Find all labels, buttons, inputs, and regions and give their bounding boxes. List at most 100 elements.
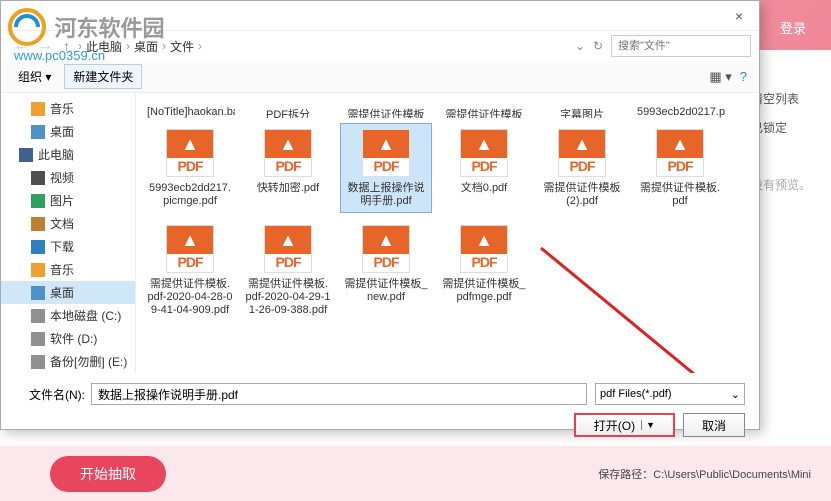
file-open-dialog: × ← → ↑ › 此电脑 › 桌面 › 文件 › ⌄ ↻ 组织 ▾ 新建文件夹… — [0, 0, 760, 430]
file-item[interactable]: ▲PDF 需提供证件模板.pdf-2020-04-29-11-26-09-388.… — [242, 219, 334, 322]
tree-item[interactable]: 音乐 — [1, 97, 135, 120]
file-item[interactable]: 5993ecb2d0217.pdf — [634, 101, 726, 119]
file-item[interactable]: 字幕图片 — [536, 101, 628, 119]
pdf-file-icon: ▲PDF — [356, 128, 416, 178]
nav-forward-icon[interactable]: → — [37, 37, 53, 55]
folder-icon — [31, 125, 45, 139]
pdf-file-icon: ▲PDF — [356, 224, 416, 274]
file-name-label: 需提供证件模板_pdfmge.pdf — [441, 278, 527, 304]
tree-item[interactable]: 此电脑 — [1, 143, 135, 166]
dialog-toolbar: 组织 ▾ 新建文件夹 ▦ ▾ ? — [1, 61, 759, 93]
file-name-label: 文档0.pdf — [441, 182, 527, 195]
folder-icon — [31, 332, 45, 346]
tree-label: 图片 — [50, 192, 74, 209]
view-mode-icon[interactable]: ▦ ▾ — [709, 69, 731, 85]
organize-button[interactable]: 组织 ▾ — [9, 64, 60, 89]
tree-item[interactable]: 桌面 — [1, 120, 135, 143]
file-item[interactable]: ▲PDF 需提供证件模板.pdf — [634, 123, 726, 213]
start-extract-button[interactable]: 开始抽取 — [50, 456, 166, 492]
tree-label: 本地磁盘 (C:) — [50, 307, 121, 324]
tree-label: 桌面 — [50, 284, 74, 301]
pdf-file-icon: ▲PDF — [258, 224, 318, 274]
tree-label: 此电脑 — [38, 146, 74, 163]
login-link[interactable]: 登录 — [780, 18, 806, 37]
pdf-file-icon: ▲PDF — [258, 128, 318, 178]
tree-label: 备份[勿删] (E:) — [50, 353, 127, 370]
file-name-label: 需提供证件模板.pdf — [637, 182, 723, 208]
folder-icon — [31, 171, 45, 185]
tree-label: 音乐 — [50, 261, 74, 278]
folder-icon — [31, 263, 45, 277]
tree-item[interactable]: 备份[勿删] (E:) — [1, 350, 135, 373]
file-item[interactable]: ▲PDF 数据上报操作说明手册.pdf — [340, 123, 432, 213]
tree-item[interactable]: 软件 (D:) — [1, 327, 135, 350]
folder-icon — [31, 217, 45, 231]
file-list: [NoTitle]haokan.baidu.com_v_vid=8789341 P… — [136, 93, 759, 373]
file-item[interactable]: PDF拆分 — [242, 101, 334, 119]
open-button[interactable]: 打开(O)▼ — [574, 413, 675, 437]
file-item[interactable]: ▲PDF 需提供证件模板.pdf-2020-04-28-09-41-04-909.… — [144, 219, 236, 322]
folder-icon — [31, 240, 45, 254]
tree-item[interactable]: 本地磁盘 (C:) — [1, 304, 135, 327]
file-item[interactable]: 需提供证件模板(1) — [340, 101, 432, 119]
folder-icon — [31, 286, 45, 300]
open-dropdown-icon[interactable]: ▼ — [641, 420, 655, 430]
folder-icon — [31, 355, 45, 369]
tree-item[interactable]: 文档 — [1, 212, 135, 235]
pdf-file-icon: ▲PDF — [160, 224, 220, 274]
dialog-titlebar: × — [1, 1, 759, 31]
folder-icon — [31, 102, 45, 116]
file-name-label: 5993ecb2dd217.picmge.pdf — [147, 182, 233, 208]
filename-input[interactable] — [91, 383, 587, 405]
tree-item[interactable]: 视频 — [1, 166, 135, 189]
help-icon[interactable]: ? — [740, 69, 747, 84]
file-item[interactable]: ▲PDF 5993ecb2dd217.picmge.pdf — [144, 123, 236, 213]
filetype-filter[interactable]: pdf Files(*.pdf)⌄ — [595, 383, 745, 405]
filename-label: 文件名(N): — [15, 386, 85, 403]
folder-icon — [31, 194, 45, 208]
folder-icon — [19, 148, 33, 162]
tree-label: 下载 — [50, 238, 74, 255]
file-item[interactable]: ▲PDF 需提供证件模板_new.pdf — [340, 219, 432, 322]
app-footer: 开始抽取 保存路径：C:\Users\Public\Documents\Mini — [0, 446, 831, 501]
file-item[interactable]: 需提供证件模板 — [438, 101, 530, 119]
nav-back-icon[interactable]: ← — [13, 37, 29, 55]
dialog-navbar: ← → ↑ › 此电脑 › 桌面 › 文件 › ⌄ ↻ — [1, 31, 759, 61]
tree-label: 软件 (D:) — [50, 330, 97, 347]
new-folder-button[interactable]: 新建文件夹 — [64, 64, 142, 89]
pdf-file-icon: ▲PDF — [552, 128, 612, 178]
search-input[interactable] — [611, 35, 751, 57]
file-name-label: 需提供证件模板(2).pdf — [539, 182, 625, 208]
path-dropdown-icon[interactable]: ⌄ — [575, 39, 585, 53]
file-name-label: 数据上报操作说明手册.pdf — [343, 182, 429, 208]
breadcrumb[interactable]: › 此电脑 › 桌面 › 文件 › — [76, 38, 575, 55]
dialog-footer: 文件名(N): pdf Files(*.pdf)⌄ 打开(O)▼ 取消 — [1, 373, 759, 447]
close-button[interactable]: × — [719, 8, 759, 24]
tree-label: 视频 — [50, 169, 74, 186]
file-name-label: 需提供证件模板.pdf-2020-04-28-09-41-04-909.pdf — [147, 278, 233, 317]
file-item[interactable]: ▲PDF 快转加密.pdf — [242, 123, 334, 213]
file-item[interactable]: [NoTitle]haokan.baidu.com_v_vid=8789341 — [144, 101, 236, 119]
save-path-display: 保存路径：C:\Users\Public\Documents\Mini — [598, 466, 811, 482]
tree-item[interactable]: 图片 — [1, 189, 135, 212]
file-name-label: 需提供证件模板_new.pdf — [343, 278, 429, 304]
nav-up-icon[interactable]: ↑ — [63, 38, 70, 54]
file-item[interactable]: ▲PDF 需提供证件模板(2).pdf — [536, 123, 628, 213]
tree-item[interactable]: 音乐 — [1, 258, 135, 281]
cancel-button[interactable]: 取消 — [683, 413, 745, 437]
pdf-file-icon: ▲PDF — [454, 224, 514, 274]
pdf-file-icon: ▲PDF — [650, 128, 710, 178]
pdf-file-icon: ▲PDF — [160, 128, 220, 178]
folder-tree: 音乐桌面此电脑视频图片文档下载音乐桌面本地磁盘 (C:)软件 (D:)备份[勿删… — [1, 93, 136, 373]
file-item[interactable]: ▲PDF 文档0.pdf — [438, 123, 530, 213]
file-name-label: 需提供证件模板.pdf-2020-04-29-11-26-09-388.pdf — [245, 278, 331, 317]
tree-label: 桌面 — [50, 123, 74, 140]
file-name-label: 快转加密.pdf — [245, 182, 331, 195]
pdf-file-icon: ▲PDF — [454, 128, 514, 178]
tree-item[interactable]: 下载 — [1, 235, 135, 258]
tree-item[interactable]: 桌面 — [1, 281, 135, 304]
tree-label: 音乐 — [50, 100, 74, 117]
tree-label: 文档 — [50, 215, 74, 232]
refresh-icon[interactable]: ↻ — [593, 39, 603, 53]
file-item[interactable]: ▲PDF 需提供证件模板_pdfmge.pdf — [438, 219, 530, 322]
